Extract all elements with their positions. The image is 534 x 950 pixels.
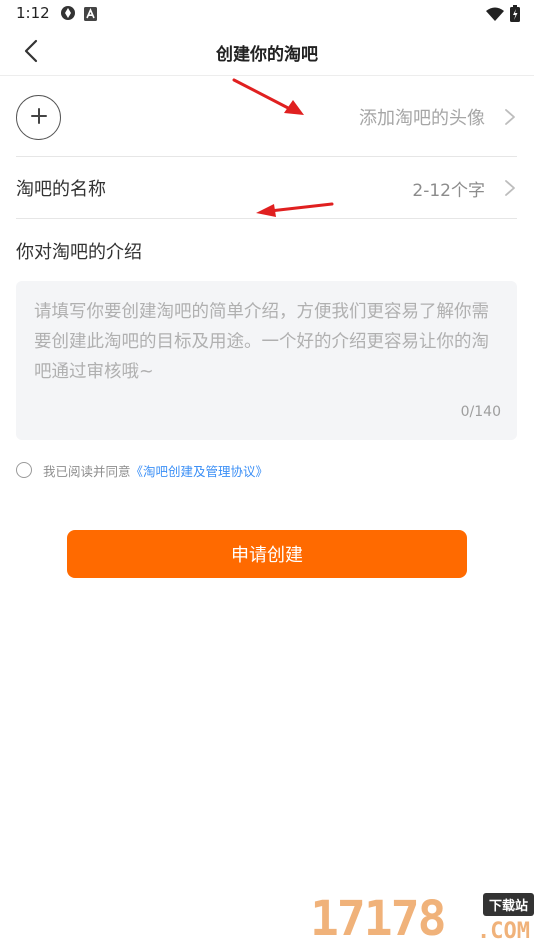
name-row[interactable]: 淘吧的名称 2-12个字	[16, 157, 517, 219]
add-avatar-row[interactable]: 添加淘吧的头像	[16, 77, 517, 157]
plus-icon	[30, 107, 48, 129]
char-counter: 0/140	[460, 404, 501, 420]
status-bar: 1:12	[0, 0, 534, 28]
intro-textarea[interactable]: 请填写你要创建淘吧的简单介绍，方便我们更容易了解你需要创建此淘吧的目标及用途。一…	[16, 281, 517, 440]
name-hint: 2-12个字	[412, 181, 485, 201]
add-avatar-button[interactable]	[16, 95, 61, 140]
status-left-icons	[60, 5, 97, 25]
watermark-logo: 17178 下载站 .COM	[310, 887, 534, 950]
sync-icon	[60, 5, 76, 25]
agreement-text: 我已阅读并同意	[43, 463, 131, 479]
status-right-icons	[486, 5, 520, 26]
agreement-row: 我已阅读并同意 《淘吧创建及管理协议》	[16, 460, 268, 480]
page-title: 创建你的淘吧	[216, 45, 318, 65]
watermark-badge: 下载站	[482, 893, 534, 916]
watermark-suffix: .COM	[477, 919, 530, 944]
name-label: 淘吧的名称	[16, 179, 106, 200]
chevron-right-icon	[503, 108, 517, 126]
agreement-checkbox[interactable]	[16, 462, 32, 478]
title-bar: 创建你的淘吧	[0, 28, 534, 76]
intro-label: 你对淘吧的介绍	[16, 242, 142, 263]
a-badge-icon	[84, 6, 97, 25]
chevron-right-icon	[503, 179, 517, 197]
wifi-icon	[486, 6, 504, 25]
status-time: 1:12	[16, 4, 50, 22]
battery-icon	[510, 5, 520, 26]
intro-placeholder: 请填写你要创建淘吧的简单介绍，方便我们更容易了解你需要创建此淘吧的目标及用途。一…	[34, 302, 489, 382]
avatar-hint: 添加淘吧的头像	[359, 108, 485, 129]
submit-button[interactable]: 申请创建	[67, 530, 467, 578]
agreement-link[interactable]: 《淘吧创建及管理协议》	[131, 461, 269, 480]
watermark-number: 17178	[310, 891, 446, 947]
